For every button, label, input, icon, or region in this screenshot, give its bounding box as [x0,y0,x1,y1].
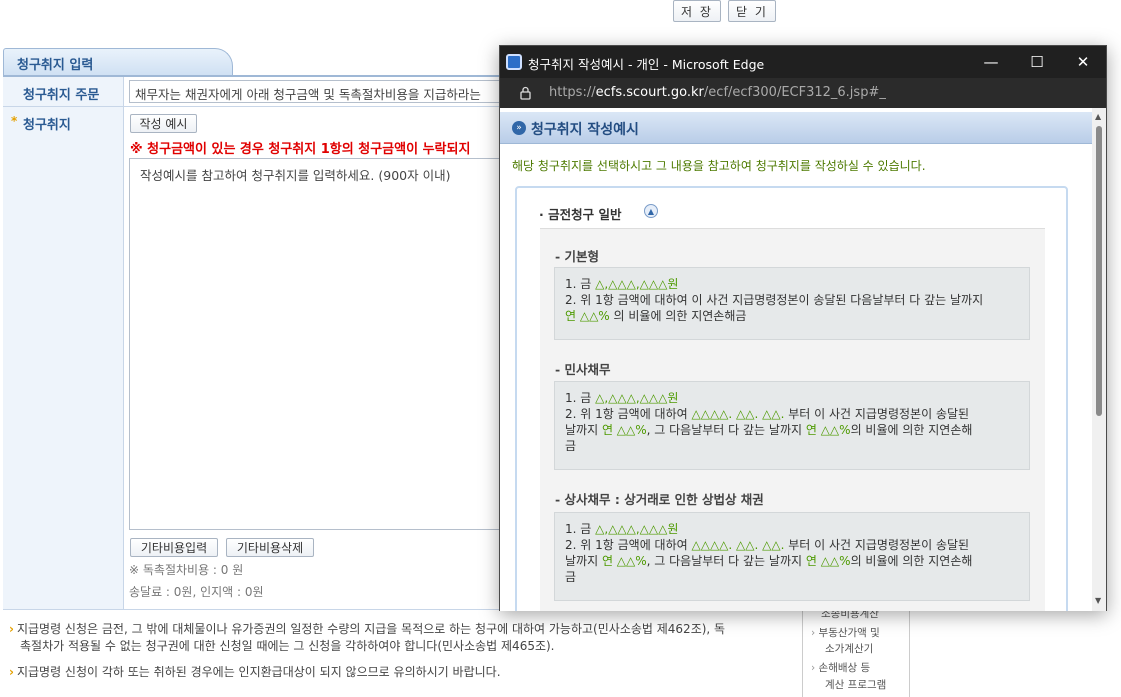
collapse-up-icon[interactable]: ▲ [644,204,658,218]
url-text[interactable]: https://ecfs.scourt.go.kr/ecf/ecf300/ECF… [549,85,886,100]
minimize-button[interactable]: — [968,46,1014,78]
notice-1: › 지급명령 신청은 금전, 그 밖에 대체물이나 유가증권의 일정한 수량의 지… [9,621,799,655]
fees-text: 송달료 : 0원, 인지액 : 0원 [129,585,264,599]
chevron-right-icon: » [512,121,526,135]
required-mark: * [11,114,18,128]
form-tab-header: 청구취지 입력 [3,48,233,76]
notice-1-text-cont: 촉절차가 적용될 수 없는 청구권에 대한 신청일 때에는 그 신청을 각하하여… [20,639,555,653]
notice-2-text: 지급명령 신청이 각하 또는 취하된 경우에는 인지환급대상이 되지 않으므로 … [16,665,501,679]
maximize-button[interactable]: ☐ [1014,46,1060,78]
examples-box: · 금전청구 일반 ▲ - 기본형 1. 금 △,△△△,△△△원 2. 위 1… [515,186,1068,611]
intro-text: 해당 청구취지를 선택하시고 그 내용을 참고하여 청구취지를 작성하실 수 있… [512,159,926,173]
claim-purpose-label: 청구취지 [23,118,71,133]
warning-text: ※ 청구금액이 있는 경우 청구취지 1항의 청구금액이 누락되지 [130,142,471,157]
notice-arrow-icon: › [9,665,14,679]
claim-order-label: 청구취지 주문 [23,88,100,103]
save-button[interactable]: 저 장 [673,0,721,22]
notice-2: › 지급명령 신청이 각하 또는 취하된 경우에는 인지환급대상이 되지 않으므로… [9,664,799,681]
popup-scrollbar[interactable]: ▲ ▼ [1092,108,1106,611]
side-link-real-estate[interactable]: › 부동산가액 및 [811,625,880,641]
other-cost-delete-button[interactable]: 기타비용삭제 [226,538,314,557]
example-civil[interactable]: 1. 금 △,△△△,△△△원 2. 위 1항 금액에 대하여 △△△△. △△… [554,381,1030,470]
address-bar[interactable]: https://ecfs.scourt.go.kr/ecf/ecf300/ECF… [500,78,1106,108]
example-basic[interactable]: 1. 금 △,△△△,△△△원 2. 위 1항 금액에 대하여 이 사건 지급명… [554,267,1030,340]
court-app-icon [506,54,522,70]
section-title: · 금전청구 일반 [539,207,622,222]
examples-list: - 기본형 1. 금 △,△△△,△△△원 2. 위 1항 금액에 대하여 이 … [540,228,1045,611]
window-close-button[interactable]: ✕ [1060,46,1106,78]
side-link-box: 소송비용계산 › 부동산가액 및 소가계산기 › 손해배상 등 계산 프로그램 [802,608,910,697]
example-title-basic: - 기본형 [555,249,600,264]
popup-window: 청구취지 작성예시 - 개인 - Microsoft Edge — ☐ ✕ ht… [499,45,1107,611]
popup-titlebar: 청구취지 작성예시 - 개인 - Microsoft Edge — ☐ ✕ [500,46,1106,78]
example-title-civil: - 민사채무 [555,362,611,377]
lock-icon [520,86,531,100]
label-column [3,77,124,610]
other-cost-input-button[interactable]: 기타비용입력 [130,538,218,557]
popup-header-title: 청구취지 작성예시 [531,122,639,138]
writing-example-button[interactable]: 작성 예시 [130,114,197,133]
example-commercial[interactable]: 1. 금 △,△△△,△△△원 2. 위 1항 금액에 대하여 △△△△. △△… [554,512,1030,601]
scroll-up-icon[interactable]: ▲ [1095,112,1101,121]
row-divider [3,106,503,107]
close-button[interactable]: 닫 기 [728,0,776,22]
tab-title: 청구취지 입력 [17,58,94,73]
claim-order-input[interactable]: 채무자는 채권자에게 아래 청구금액 및 독촉절차비용을 지급하라는 [129,80,509,103]
notice-1-text: 지급명령 신청은 금전, 그 밖에 대체물이나 유가증권의 일정한 수량의 지급… [16,622,726,636]
notice-arrow-icon: › [9,622,14,636]
claim-purpose-textarea[interactable]: 작성예시를 참고하여 청구취지를 입력하세요. (900자 이내) [129,158,509,530]
popup-title: 청구취지 작성예시 - 개인 - Microsoft Edge [528,57,765,72]
popup-content: » 청구취지 작성예시 해당 청구취지를 선택하시고 그 내용을 참고하여 청구… [500,108,1092,611]
side-link-program[interactable]: 계산 프로그램 [825,677,886,693]
scroll-thumb[interactable] [1096,126,1102,416]
scroll-down-icon[interactable]: ▼ [1095,596,1101,605]
procedure-cost-text: ※ 독촉절차비용 : 0 원 [129,563,244,577]
side-link-damages[interactable]: › 손해배상 등 [811,660,870,676]
popup-header: » 청구취지 작성예시 [500,112,1092,144]
example-title-commercial: - 상사채무 : 상거래로 인한 상법상 채권 [555,492,764,507]
side-link-calculator[interactable]: 소가계산기 [825,641,873,657]
